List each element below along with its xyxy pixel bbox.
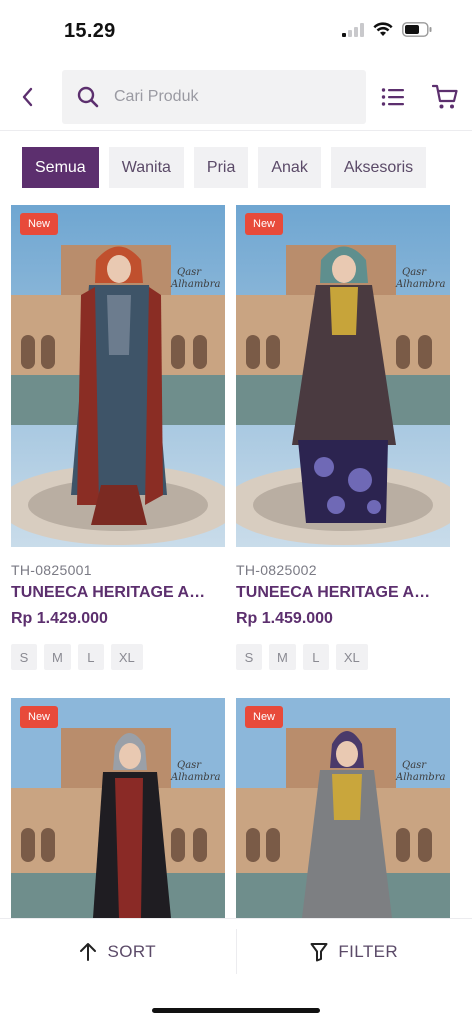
product-image[interactable]: Qasr Alhambra New xyxy=(11,205,225,547)
back-button[interactable] xyxy=(12,82,42,112)
filter-button[interactable]: FILTER xyxy=(237,919,472,984)
bottom-action-bar: SORT FILTER xyxy=(0,918,472,984)
product-image[interactable]: Qasr Alhambra New xyxy=(11,698,225,918)
wifi-icon xyxy=(373,22,393,36)
size-options: S M L XL xyxy=(236,644,450,670)
header xyxy=(0,70,472,126)
new-badge: New xyxy=(20,213,59,235)
list-view-icon[interactable] xyxy=(380,84,406,110)
cart-icon[interactable] xyxy=(432,83,458,111)
product-photo-illustration: Qasr Alhambra xyxy=(11,698,225,918)
size-option[interactable]: S xyxy=(236,644,262,670)
product-image[interactable]: Qasr Alhambra New xyxy=(236,205,450,547)
svg-text:Alhambra: Alhambra xyxy=(395,772,445,783)
product-sku: TH-0825001 xyxy=(11,562,92,578)
new-badge: New xyxy=(245,706,284,728)
size-option[interactable]: S xyxy=(11,644,37,670)
sort-button[interactable]: SORT xyxy=(0,919,236,984)
product-name[interactable]: TUNEECA HERITAGE Aba... xyxy=(236,584,436,602)
size-option[interactable]: M xyxy=(44,644,71,670)
arrow-up-icon xyxy=(80,942,97,961)
signal-icon xyxy=(342,22,364,37)
product-photo-illustration: Qasr Alhambra xyxy=(236,698,450,918)
battery-icon xyxy=(402,22,432,37)
category-tabs: Semua Wanita Pria Anak Aksesoris xyxy=(22,147,427,188)
search-input[interactable] xyxy=(114,88,334,106)
new-badge: New xyxy=(245,213,284,235)
tab-semua[interactable]: Semua xyxy=(22,147,99,188)
filter-label: FILTER xyxy=(338,941,399,961)
product-photo-illustration: Qasr Alhambra xyxy=(236,205,450,547)
product-photo-illustration: Qasr Alhambra xyxy=(11,205,225,547)
size-option[interactable]: L xyxy=(302,644,329,670)
svg-text:Qasr: Qasr xyxy=(402,267,427,278)
size-options: S M L XL xyxy=(11,644,225,670)
size-option[interactable]: XL xyxy=(110,644,143,670)
svg-text:Alhambra: Alhambra xyxy=(170,279,220,290)
svg-text:Qasr: Qasr xyxy=(177,267,202,278)
tab-wanita[interactable]: Wanita xyxy=(108,147,184,188)
home-indicator xyxy=(152,1008,320,1013)
size-option[interactable]: L xyxy=(77,644,104,670)
tab-anak[interactable]: Anak xyxy=(258,147,321,188)
search-icon xyxy=(77,86,99,108)
product-card[interactable]: Qasr Alhambra New TH-0825002 TUNEECA HER… xyxy=(236,205,450,670)
svg-text:Alhambra: Alhambra xyxy=(170,772,220,783)
status-time: 15.29 xyxy=(64,20,116,42)
product-sku: TH-0825002 xyxy=(236,562,317,578)
chevron-left-icon xyxy=(22,87,33,107)
status-bar: 15.29 xyxy=(0,0,472,60)
product-card[interactable]: Qasr Alhambra New xyxy=(236,698,450,918)
size-option[interactable]: XL xyxy=(335,644,368,670)
svg-text:Alhambra: Alhambra xyxy=(395,279,445,290)
svg-text:Qasr: Qasr xyxy=(177,760,202,771)
product-card[interactable]: Qasr Alhambra New TH-0825001 TUNEECA HER… xyxy=(11,205,225,670)
status-icons xyxy=(342,22,432,37)
product-card[interactable]: Qasr Alhambra New xyxy=(11,698,225,918)
tab-aksesoris[interactable]: Aksesoris xyxy=(330,147,427,188)
tab-pria[interactable]: Pria xyxy=(193,147,249,188)
product-price: Rp 1.429.000 xyxy=(11,610,108,627)
filter-icon xyxy=(310,942,328,961)
search-bar[interactable] xyxy=(62,70,366,124)
product-price: Rp 1.459.000 xyxy=(236,610,333,627)
new-badge: New xyxy=(20,706,59,728)
header-divider xyxy=(0,130,472,131)
size-option[interactable]: M xyxy=(269,644,296,670)
product-image[interactable]: Qasr Alhambra New xyxy=(236,698,450,918)
svg-text:Qasr: Qasr xyxy=(402,760,427,771)
sort-label: SORT xyxy=(107,941,157,961)
product-name[interactable]: TUNEECA HERITAGE Aba... xyxy=(11,584,211,602)
